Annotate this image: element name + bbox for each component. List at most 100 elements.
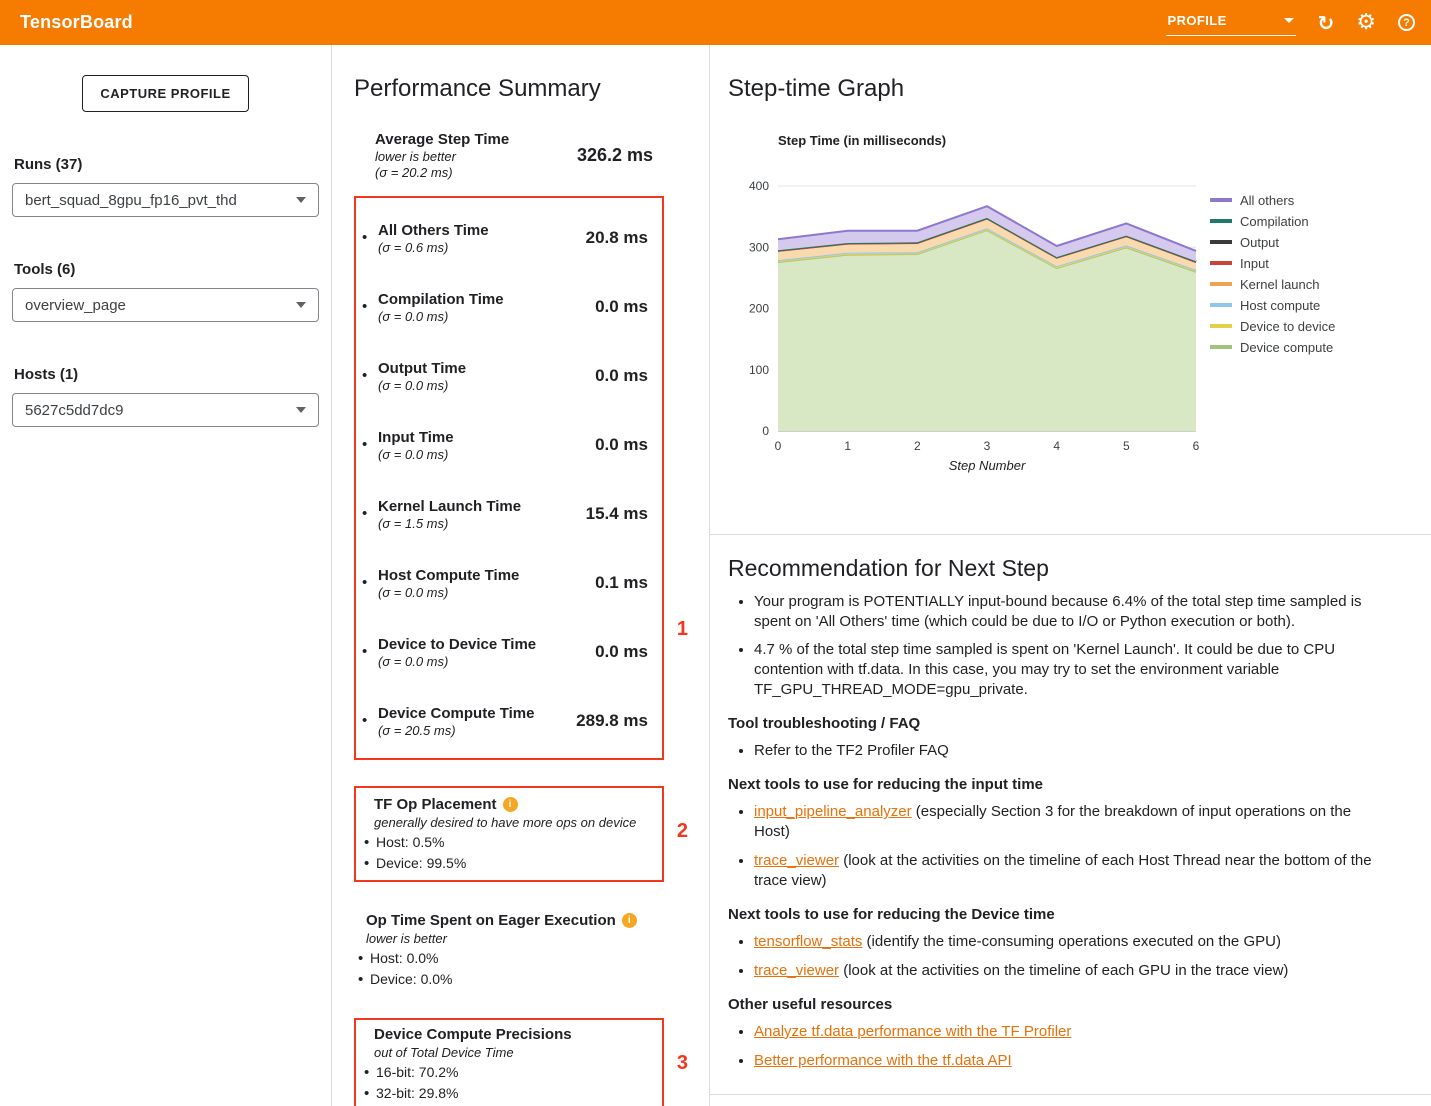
legend-item-kernel-launch: Kernel launch	[1210, 274, 1335, 295]
legend-item-compilation: Compilation	[1210, 211, 1335, 232]
legend-item-all-others: All others	[1210, 190, 1335, 211]
header-controls: PROFILE	[1166, 10, 1416, 36]
metric-value: 289.8 ms	[562, 711, 650, 731]
list-item-text: (look at the activities on the timeline …	[754, 852, 1372, 889]
bullet-icon	[362, 834, 376, 851]
runs-select-value: bert_squad_8gpu_fp16_pvt_thd	[25, 192, 237, 209]
trace-viewer-link[interactable]: trace_viewer	[754, 852, 839, 869]
svg-text:1: 1	[844, 439, 851, 453]
dashboard-select[interactable]: PROFILE	[1166, 10, 1296, 36]
info-icon[interactable]	[622, 913, 637, 928]
runs-select[interactable]: bert_squad_8gpu_fp16_pvt_thd	[12, 183, 319, 217]
svg-text:400: 400	[749, 179, 769, 193]
metric-label: Device to Device Time	[378, 636, 562, 653]
metric-sigma: (σ = 20.5 ms)	[378, 723, 562, 738]
metric-value: 0.0 ms	[562, 435, 650, 455]
annotation-box-2: TF Op Placement generally desired to hav…	[354, 786, 664, 882]
metric-sigma: (σ = 0.6 ms)	[378, 240, 562, 255]
legend-item-output: Output	[1210, 232, 1335, 253]
bullet-icon	[362, 1064, 376, 1081]
metric-label: Device Compute Time	[378, 705, 562, 722]
metric-row: Compilation Time (σ = 0.0 ms) 0.0 ms	[362, 273, 650, 342]
list-item: 32-bit: 29.8%	[362, 1085, 650, 1102]
metric-label: All Others Time	[378, 222, 562, 239]
precisions-title: Device Compute Precisions	[374, 1026, 572, 1043]
legend-label: Output	[1240, 235, 1279, 250]
legend-item-host-compute: Host compute	[1210, 295, 1335, 316]
bullet-icon	[356, 950, 370, 967]
refresh-icon[interactable]	[1318, 13, 1335, 33]
metric-label: Kernel Launch Time	[378, 498, 562, 515]
list-item: Host: 0.5%	[362, 834, 650, 851]
bullet-icon	[362, 367, 378, 385]
gear-icon[interactable]	[1356, 12, 1376, 34]
sidebar: CAPTURE PROFILE Runs (37) bert_squad_8gp…	[0, 45, 332, 1106]
list-item: input_pipeline_analyzer (especially Sect…	[754, 802, 1386, 842]
tfdata-performance-link[interactable]: Analyze tf.data performance with the TF …	[754, 1023, 1071, 1040]
bullet-icon	[362, 298, 378, 316]
legend-label: Device to device	[1240, 319, 1335, 334]
list-item: trace_viewer (look at the activities on …	[754, 851, 1386, 891]
metric-sigma: (σ = 0.0 ms)	[378, 378, 562, 393]
list-item: Device: 0.0%	[356, 971, 664, 988]
list-item: Analyze tf.data performance with the TF …	[754, 1022, 1386, 1042]
bullet-icon	[362, 1085, 376, 1102]
trace-viewer-link[interactable]: trace_viewer	[754, 962, 839, 979]
svg-text:300: 300	[749, 240, 769, 254]
metric-sigma: (σ = 0.0 ms)	[378, 654, 562, 669]
annotation-box-1: All Others Time (σ = 0.6 ms) 20.8 ms Com…	[354, 196, 664, 760]
metric-sigma: (σ = 0.0 ms)	[378, 585, 562, 600]
other-resources-list: Analyze tf.data performance with the TF …	[728, 1022, 1386, 1071]
list-item: trace_viewer (look at the activities on …	[754, 961, 1386, 981]
main-content: CAPTURE PROFILE Runs (37) bert_squad_8gp…	[0, 45, 1431, 1106]
capture-profile-button[interactable]: CAPTURE PROFILE	[82, 75, 248, 112]
tensorflow-stats-link[interactable]: tensorflow_stats	[754, 933, 862, 950]
annotation-number-2: 2	[677, 820, 688, 843]
metric-sigma: (σ = 20.2 ms)	[375, 165, 509, 180]
input-tools-heading: Next tools to use for reducing the input…	[728, 776, 1386, 793]
tfdata-api-link[interactable]: Better performance with the tf.data API	[754, 1052, 1012, 1069]
list-item: 16-bit: 70.2%	[362, 1064, 650, 1081]
info-icon[interactable]	[503, 797, 518, 812]
tf-op-placement-host: Host: 0.5%	[376, 834, 444, 851]
performance-summary-title: Performance Summary	[354, 75, 709, 103]
recommendation-bullet: 4.7 % of the total step time sampled is …	[754, 640, 1386, 700]
bullet-icon	[356, 971, 370, 988]
input-pipeline-analyzer-link[interactable]: input_pipeline_analyzer	[754, 803, 912, 820]
metric-row: Input Time (σ = 0.0 ms) 0.0 ms	[362, 411, 650, 480]
legend-item-device-to-device: Device to device	[1210, 316, 1335, 337]
chevron-down-icon	[296, 302, 306, 308]
input-tools-list: input_pipeline_analyzer (especially Sect…	[728, 802, 1386, 891]
annotation-box-3: Device Compute Precisions out of Total D…	[354, 1018, 664, 1106]
legend-item-device-compute: Device compute	[1210, 337, 1335, 358]
step-time-graph-section: Step-time Graph Step Time (in millisecon…	[710, 45, 1431, 535]
metric-value: 326.2 ms	[577, 145, 653, 166]
metric-value: 15.4 ms	[562, 504, 650, 524]
legend-label: All others	[1240, 193, 1294, 208]
metric-sigma: (σ = 0.0 ms)	[378, 447, 562, 462]
legend-swatch	[1210, 303, 1232, 307]
svg-text:0: 0	[762, 424, 769, 438]
svg-text:0: 0	[775, 439, 782, 453]
chart-title: Step Time (in milliseconds)	[778, 133, 1431, 148]
annotation-number-3: 3	[677, 1052, 688, 1075]
svg-text:100: 100	[749, 362, 769, 376]
help-icon[interactable]	[1398, 14, 1415, 31]
metric-label: Output Time	[378, 360, 562, 377]
svg-text:5: 5	[1123, 439, 1130, 453]
svg-text:3: 3	[984, 439, 991, 453]
eager-subtitle: lower is better	[366, 931, 664, 946]
legend-label: Kernel launch	[1240, 277, 1320, 292]
hosts-select[interactable]: 5627c5dd7dc9	[12, 393, 319, 427]
metric-row: Output Time (σ = 0.0 ms) 0.0 ms	[362, 342, 650, 411]
metric-value: 0.1 ms	[562, 573, 650, 593]
list-item: Host: 0.0%	[356, 950, 664, 967]
legend-swatch	[1210, 240, 1232, 244]
tools-select[interactable]: overview_page	[12, 288, 319, 322]
recommendation-section: Recommendation for Next Step Your progra…	[710, 535, 1431, 1080]
legend-label: Host compute	[1240, 298, 1320, 313]
faq-list: Refer to the TF2 Profiler FAQ	[728, 741, 1386, 761]
hosts-select-value: 5627c5dd7dc9	[25, 402, 123, 419]
legend-swatch	[1210, 198, 1232, 202]
tf-op-placement-subtitle: generally desired to have more ops on de…	[374, 815, 650, 830]
